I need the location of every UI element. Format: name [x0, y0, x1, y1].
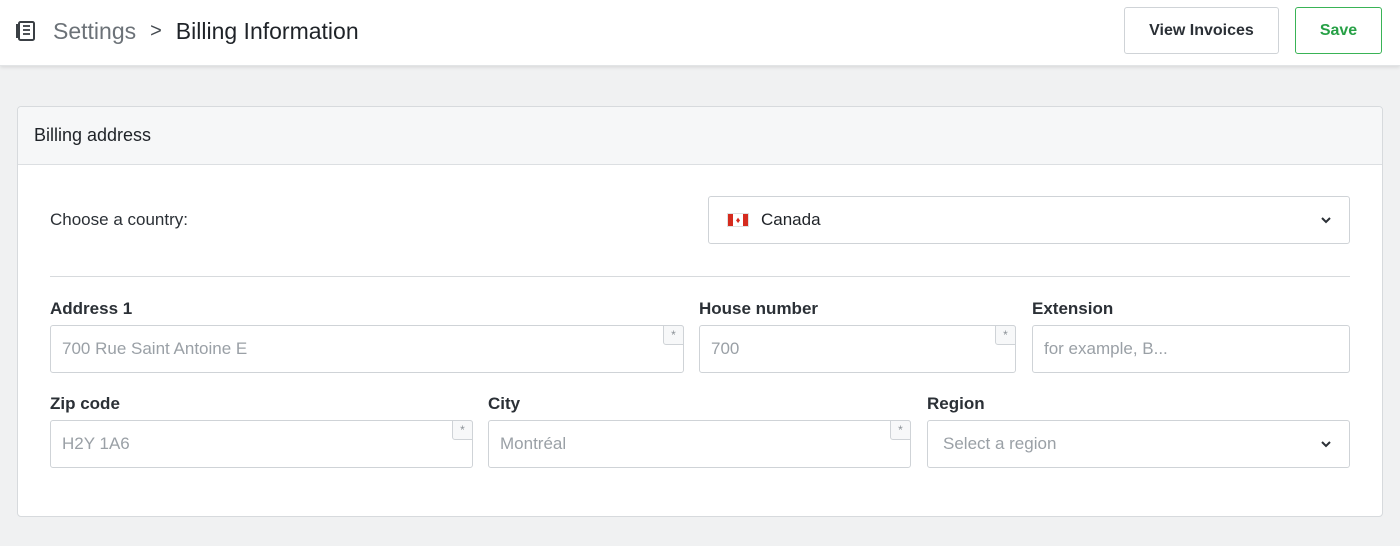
canada-flag-icon: ♦ [727, 213, 749, 227]
required-marker: * [452, 420, 473, 440]
zip-code-placeholder: H2Y 1A6 [62, 434, 130, 453]
book-icon [14, 19, 38, 43]
extension-label: Extension [1032, 299, 1114, 318]
view-invoices-button[interactable]: View Invoices [1124, 7, 1279, 54]
address1-field[interactable]: 700 Rue Saint Antoine E * [50, 325, 684, 373]
region-select[interactable]: Select a region [927, 420, 1350, 468]
breadcrumb: Settings > Billing Information [14, 16, 359, 46]
country-label: Choose a country: [50, 210, 188, 229]
breadcrumb-settings-link[interactable]: Settings [53, 18, 136, 45]
extension-placeholder: for example, B... [1044, 339, 1168, 358]
breadcrumb-separator: > [150, 19, 162, 42]
city-placeholder: Montréal [500, 434, 567, 453]
address1-placeholder: 700 Rue Saint Antoine E [62, 339, 248, 358]
top-bar: Settings > Billing Information View Invo… [0, 0, 1400, 66]
required-marker: * [890, 420, 911, 440]
extension-field[interactable]: for example, B... [1032, 325, 1350, 373]
billing-address-card: Billing address Choose a country: ♦ Cana… [17, 106, 1383, 517]
save-button[interactable]: Save [1295, 7, 1382, 54]
house-number-field[interactable]: 700 * [699, 325, 1016, 373]
zip-code-label: Zip code [50, 394, 120, 413]
house-number-label: House number [699, 299, 819, 318]
divider [50, 276, 1350, 277]
card-title: Billing address [18, 107, 1382, 165]
city-label: City [488, 394, 521, 413]
region-select-placeholder: Select a region [943, 434, 1057, 453]
house-number-placeholder: 700 [711, 339, 740, 358]
zip-code-field[interactable]: H2Y 1A6 * [50, 420, 473, 468]
country-select[interactable]: ♦ Canada [708, 196, 1350, 244]
chevron-down-icon [1321, 217, 1331, 224]
required-marker: * [995, 325, 1016, 345]
chevron-down-icon [1321, 441, 1331, 448]
page-title: Billing Information [175, 17, 359, 44]
address1-label: Address 1 [50, 299, 133, 318]
required-marker: * [663, 325, 684, 345]
country-select-value: Canada [761, 210, 821, 229]
city-field[interactable]: Montréal * [488, 420, 911, 468]
region-label: Region [927, 394, 985, 413]
